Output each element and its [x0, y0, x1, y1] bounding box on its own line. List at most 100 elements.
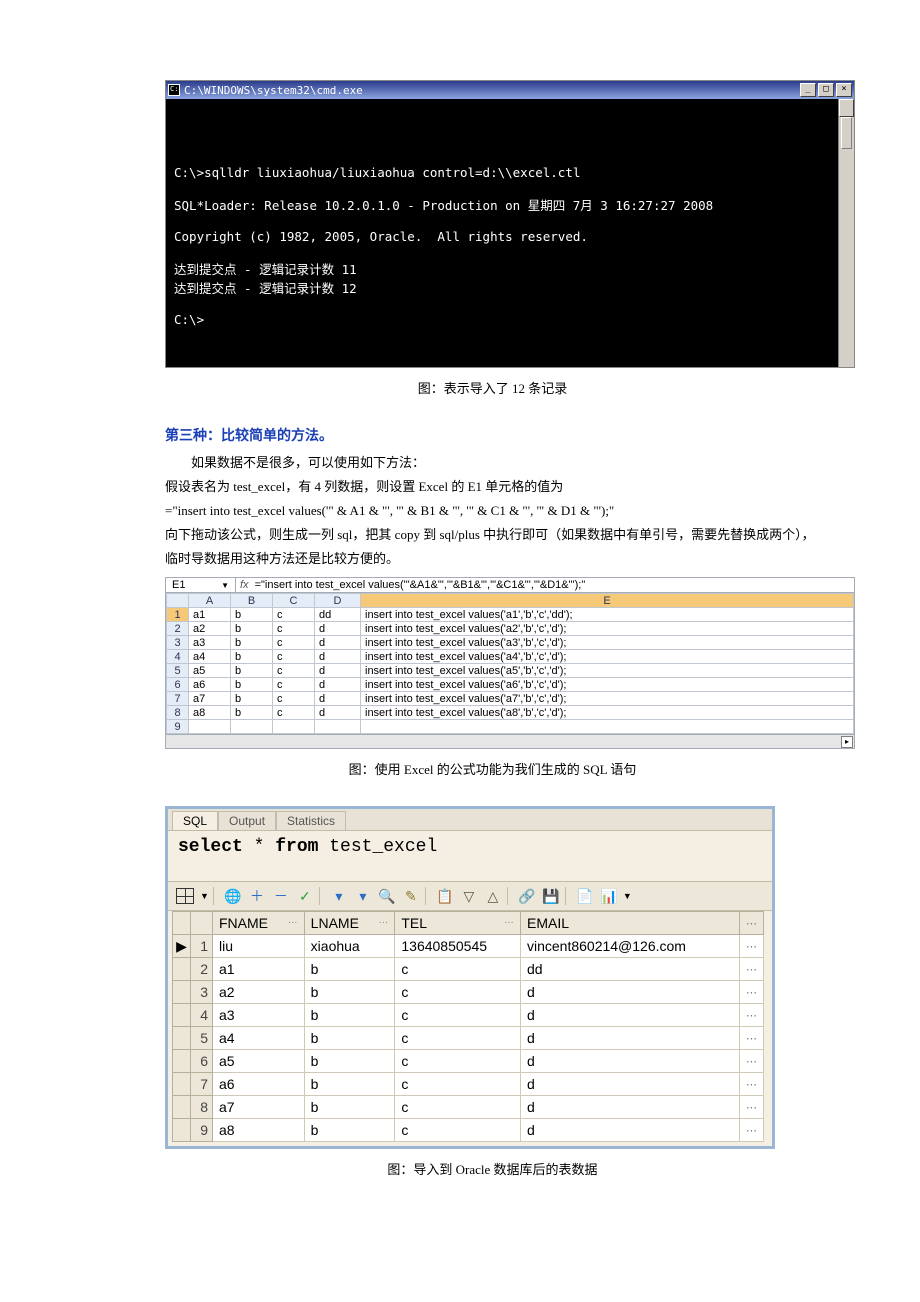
col-menu-icon[interactable]: … [288, 915, 298, 926]
excel-rowhdr[interactable]: 3 [167, 636, 189, 650]
cell-tel[interactable]: c [395, 1050, 521, 1073]
add-row-icon[interactable]: ＋ [247, 886, 267, 906]
grid-row[interactable]: 3a2bcd⋯ [173, 981, 764, 1004]
grid-row[interactable]: 7a6bcd⋯ [173, 1073, 764, 1096]
excel-cell[interactable]: b [231, 608, 273, 622]
grid-row[interactable]: 9a8bcd⋯ [173, 1119, 764, 1142]
excel-cell[interactable]: d [315, 706, 361, 720]
cell-fname[interactable]: a5 [213, 1050, 305, 1073]
excel-rowhdr[interactable]: 7 [167, 692, 189, 706]
scroll-up-icon[interactable]: △ [483, 886, 503, 906]
link-icon[interactable]: 🔗 [517, 886, 537, 906]
excel-cell[interactable]: dd [315, 608, 361, 622]
cell-email[interactable]: d [520, 1027, 739, 1050]
cell-more[interactable]: ⋯ [740, 935, 764, 958]
grid-row[interactable]: 8a7bcd⋯ [173, 1096, 764, 1119]
cell-more[interactable]: ⋯ [740, 1027, 764, 1050]
col-menu-icon[interactable]: … [378, 915, 388, 926]
row-marker[interactable] [173, 1073, 191, 1096]
cell-email[interactable]: d [520, 1096, 739, 1119]
excel-cell[interactable]: b [231, 664, 273, 678]
cell-lname[interactable]: b [304, 958, 395, 981]
excel-cell[interactable]: insert into test_excel values('a7','b','… [361, 692, 854, 706]
excel-colhdr-e[interactable]: E [361, 594, 854, 608]
cell-email[interactable]: vincent860214@126.com [520, 935, 739, 958]
maximize-button[interactable]: □ [818, 83, 834, 97]
tab-statistics[interactable]: Statistics [276, 811, 346, 830]
cell-lname[interactable]: xiaohua [304, 935, 395, 958]
excel-formula-value[interactable]: ="insert into test_excel values('"&A1&"'… [255, 579, 586, 591]
excel-namebox[interactable]: E1 ▼ [166, 578, 236, 592]
cell-lname[interactable]: b [304, 1096, 395, 1119]
excel-row[interactable]: 1a1bcddinsert into test_excel values('a1… [167, 608, 854, 622]
grid-row[interactable]: 6a5bcd⋯ [173, 1050, 764, 1073]
excel-cell[interactable]: c [273, 706, 315, 720]
excel-row[interactable]: 6a6bcdinsert into test_excel values('a6'… [167, 678, 854, 692]
filter2-icon[interactable]: ▾ [353, 886, 373, 906]
row-marker[interactable] [173, 1119, 191, 1142]
cell-fname[interactable]: a3 [213, 1004, 305, 1027]
cell-tel[interactable]: c [395, 1004, 521, 1027]
cell-tel[interactable]: c [395, 981, 521, 1004]
cell-fname[interactable]: a8 [213, 1119, 305, 1142]
excel-cell[interactable]: c [273, 650, 315, 664]
excel-cell[interactable]: a6 [189, 678, 231, 692]
cell-more[interactable]: ⋯ [740, 1119, 764, 1142]
globe-icon[interactable]: 🌐 [223, 886, 243, 906]
cell-lname[interactable]: b [304, 1050, 395, 1073]
excel-cell[interactable]: b [231, 650, 273, 664]
row-marker[interactable] [173, 1096, 191, 1119]
excel-colhdr-a[interactable]: A [189, 594, 231, 608]
excel-cell[interactable]: a1 [189, 608, 231, 622]
dropdown-icon[interactable]: ▼ [623, 891, 632, 901]
cell-lname[interactable]: b [304, 1027, 395, 1050]
excel-cell[interactable]: c [273, 622, 315, 636]
excel-cell[interactable]: a8 [189, 706, 231, 720]
grid-row[interactable]: 4a3bcd⋯ [173, 1004, 764, 1027]
excel-row[interactable]: 7a7bcdinsert into test_excel values('a7'… [167, 692, 854, 706]
excel-row[interactable]: 3a3bcdinsert into test_excel values('a3'… [167, 636, 854, 650]
excel-rowhdr[interactable]: 5 [167, 664, 189, 678]
excel-cell[interactable]: a2 [189, 622, 231, 636]
grid-icon[interactable] [174, 886, 196, 906]
excel-row[interactable]: 2a2bcdinsert into test_excel values('a2'… [167, 622, 854, 636]
cell-tel[interactable]: c [395, 1119, 521, 1142]
fx-icon[interactable]: fx [240, 579, 249, 591]
cell-tel[interactable]: c [395, 1073, 521, 1096]
col-more[interactable]: ⋯ [740, 912, 764, 935]
row-marker[interactable]: ▶ [173, 935, 191, 958]
chart-icon[interactable]: 📊 [599, 886, 619, 906]
cell-tel[interactable]: 13640850545 [395, 935, 521, 958]
close-button[interactable]: × [836, 83, 852, 97]
excel-rowhdr[interactable]: 9 [167, 720, 189, 734]
col-fname[interactable]: FNAME… [213, 912, 305, 935]
excel-cell[interactable]: insert into test_excel values('a6','b','… [361, 678, 854, 692]
excel-colhdr-d[interactable]: D [315, 594, 361, 608]
excel-cell[interactable]: c [273, 678, 315, 692]
excel-cell[interactable]: c [273, 636, 315, 650]
scroll-down-icon[interactable]: ▽ [459, 886, 479, 906]
cell-more[interactable]: ⋯ [740, 981, 764, 1004]
cell-lname[interactable]: b [304, 1119, 395, 1142]
cell-email[interactable]: dd [520, 958, 739, 981]
commit-icon[interactable]: ✓ [295, 886, 315, 906]
excel-row[interactable]: 5a5bcdinsert into test_excel values('a5'… [167, 664, 854, 678]
excel-cell[interactable]: d [315, 678, 361, 692]
cmd-body[interactable]: C:\>sqlldr liuxiaohua/liuxiaohua control… [166, 99, 854, 367]
excel-cell[interactable]: c [273, 608, 315, 622]
excel-rowhdr[interactable]: 1 [167, 608, 189, 622]
excel-cell[interactable]: a4 [189, 650, 231, 664]
excel-rowhdr[interactable]: 6 [167, 678, 189, 692]
dropdown-icon[interactable]: ▼ [221, 581, 229, 590]
excel-cell[interactable]: insert into test_excel values('a2','b','… [361, 622, 854, 636]
excel-cell[interactable]: b [231, 678, 273, 692]
excel-blank-row[interactable]: 9 [167, 720, 854, 734]
excel-rowhdr[interactable]: 4 [167, 650, 189, 664]
excel-cell[interactable]: d [315, 650, 361, 664]
cell-email[interactable]: d [520, 1004, 739, 1027]
excel-tab-end-icon[interactable]: ▸ [841, 736, 853, 748]
dropdown-icon[interactable]: ▼ [200, 891, 209, 901]
cell-fname[interactable]: a6 [213, 1073, 305, 1096]
col-lname[interactable]: LNAME… [304, 912, 395, 935]
cell-email[interactable]: d [520, 981, 739, 1004]
